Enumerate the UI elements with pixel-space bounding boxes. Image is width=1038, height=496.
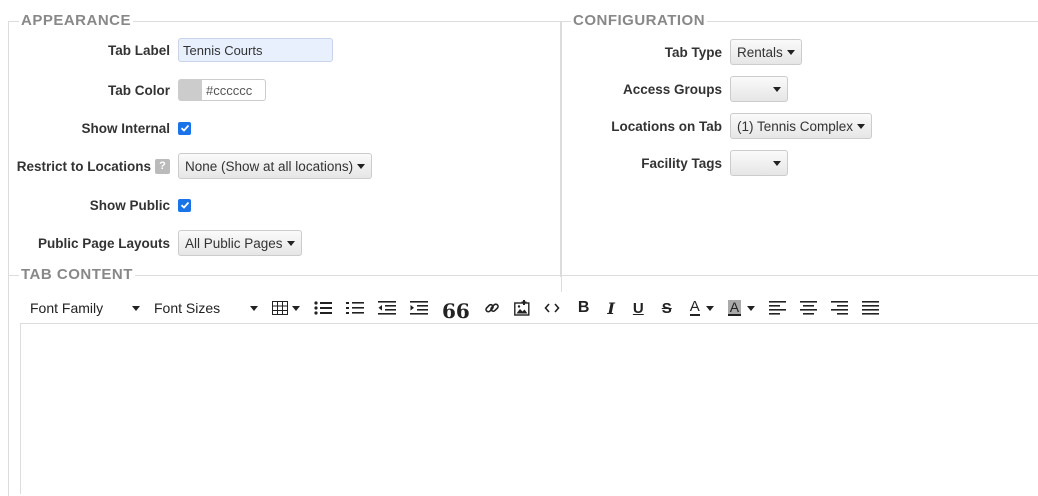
underline-icon: U [632, 299, 644, 317]
align-left-button[interactable] [769, 296, 787, 320]
tab-label-label: Tab Label [107, 42, 170, 58]
font-color-button[interactable]: A [689, 296, 714, 320]
strikethrough-button[interactable]: S [662, 296, 672, 320]
chevron-down-icon [786, 49, 795, 55]
code-button[interactable] [544, 296, 560, 320]
link-button[interactable] [484, 296, 500, 320]
background-color-icon: A [727, 299, 742, 316]
locations-select[interactable]: (1) Tennis Complex [730, 113, 873, 139]
chevron-down-icon [747, 305, 756, 311]
tab-color-row: Tab Color #cccccc [0, 77, 266, 103]
bold-button[interactable]: B [578, 296, 590, 320]
chevron-down-icon [773, 86, 781, 92]
chevron-down-icon [705, 305, 714, 311]
show-public-checkbox[interactable] [178, 198, 191, 212]
facility-tags-row: Facility Tags [560, 150, 788, 176]
access-groups-select[interactable] [730, 76, 788, 102]
chevron-down-icon [357, 163, 366, 169]
restrict-select-value: None (Show at all locations) [185, 158, 354, 174]
facility-tags-select[interactable] [730, 150, 788, 176]
tab-label-input[interactable]: Tennis Courts [178, 38, 333, 62]
font-color-icon: A [689, 298, 700, 316]
indent-icon [410, 301, 428, 315]
show-internal-row: Show Internal [0, 115, 191, 141]
tab-color-input[interactable]: #cccccc [202, 79, 266, 101]
font-family-label: Font Family [30, 300, 104, 316]
code-icon [544, 303, 560, 313]
align-right-icon [831, 301, 849, 315]
access-groups-label: Access Groups [622, 81, 722, 97]
underline-button[interactable]: U [633, 296, 644, 320]
restrict-row: Restrict to Locations ? None (Show at al… [0, 153, 373, 179]
table-icon [272, 301, 288, 315]
editor-content-area[interactable] [20, 323, 1038, 494]
restrict-label-text: Restrict to Locations [16, 158, 151, 174]
public-layouts-row: Public Page Layouts All Public Pages [0, 230, 302, 256]
background-color-button[interactable]: A [727, 296, 756, 320]
configuration-legend: CONFIGURATION [571, 12, 708, 29]
locations-label: Locations on Tab [611, 118, 722, 134]
image-icon [513, 300, 530, 316]
table-button[interactable] [272, 296, 300, 320]
show-public-row: Show Public [0, 192, 191, 218]
italic-button[interactable]: I [607, 296, 614, 320]
chevron-down-icon [250, 305, 258, 311]
bullet-list-icon [314, 301, 332, 315]
align-justify-icon [862, 301, 880, 315]
align-center-icon [800, 301, 818, 315]
show-public-label: Show Public [89, 197, 170, 213]
strikethrough-icon: S [661, 299, 672, 317]
tab-type-row: Tab Type Rentals [560, 39, 802, 65]
editor-toolbar: Font Family Font Sizes 66 B I U S A A [20, 296, 893, 323]
show-internal-checkbox[interactable] [178, 121, 191, 135]
appearance-legend: APPEARANCE [19, 12, 134, 29]
link-icon [485, 303, 499, 313]
bold-icon: B [577, 299, 590, 316]
numbered-list-icon [346, 302, 364, 314]
blockquote-button[interactable]: 66 [442, 296, 470, 323]
image-button[interactable] [513, 296, 530, 320]
align-left-icon [769, 301, 787, 315]
public-layouts-select[interactable]: All Public Pages [178, 230, 302, 256]
font-sizes-label: Font Sizes [154, 300, 221, 316]
help-icon[interactable]: ? [155, 158, 170, 174]
outdent-icon [378, 301, 396, 315]
show-internal-label: Show Internal [81, 120, 170, 136]
font-sizes-dropdown[interactable]: Font Sizes [154, 296, 258, 320]
align-center-button[interactable] [800, 296, 818, 320]
bullet-list-button[interactable] [314, 296, 332, 320]
numbered-list-button[interactable] [346, 296, 364, 320]
locations-value: (1) Tennis Complex [737, 118, 854, 134]
chevron-down-icon [286, 240, 295, 246]
align-justify-button[interactable] [862, 296, 880, 320]
tab-content-legend: TAB CONTENT [19, 266, 135, 283]
quote-icon: 66 [442, 299, 470, 323]
outdent-button[interactable] [378, 296, 396, 320]
facility-tags-label: Facility Tags [641, 155, 722, 171]
chevron-down-icon [857, 123, 866, 129]
tab-color-label: Tab Color [108, 82, 170, 98]
public-layouts-label: Public Page Layouts [37, 235, 170, 251]
restrict-label: Restrict to Locations ? [0, 158, 178, 174]
font-family-dropdown[interactable]: Font Family [20, 296, 140, 320]
chevron-down-icon [773, 160, 781, 166]
chevron-down-icon [132, 305, 140, 311]
align-right-button[interactable] [831, 296, 849, 320]
tab-type-select[interactable]: Rentals [730, 39, 802, 65]
public-layouts-value: All Public Pages [185, 235, 283, 251]
tab-label-row: Tab Label Tennis Courts [0, 37, 333, 63]
tab-type-value: Rentals [737, 44, 783, 60]
tab-color-swatch[interactable] [178, 79, 202, 101]
locations-row: Locations on Tab (1) Tennis Complex [560, 113, 873, 139]
access-groups-row: Access Groups [560, 76, 788, 102]
chevron-down-icon [292, 305, 300, 311]
italic-icon: I [607, 298, 615, 318]
restrict-select[interactable]: None (Show at all locations) [178, 153, 373, 179]
indent-button[interactable] [410, 296, 428, 320]
tab-type-label: Tab Type [664, 44, 722, 60]
